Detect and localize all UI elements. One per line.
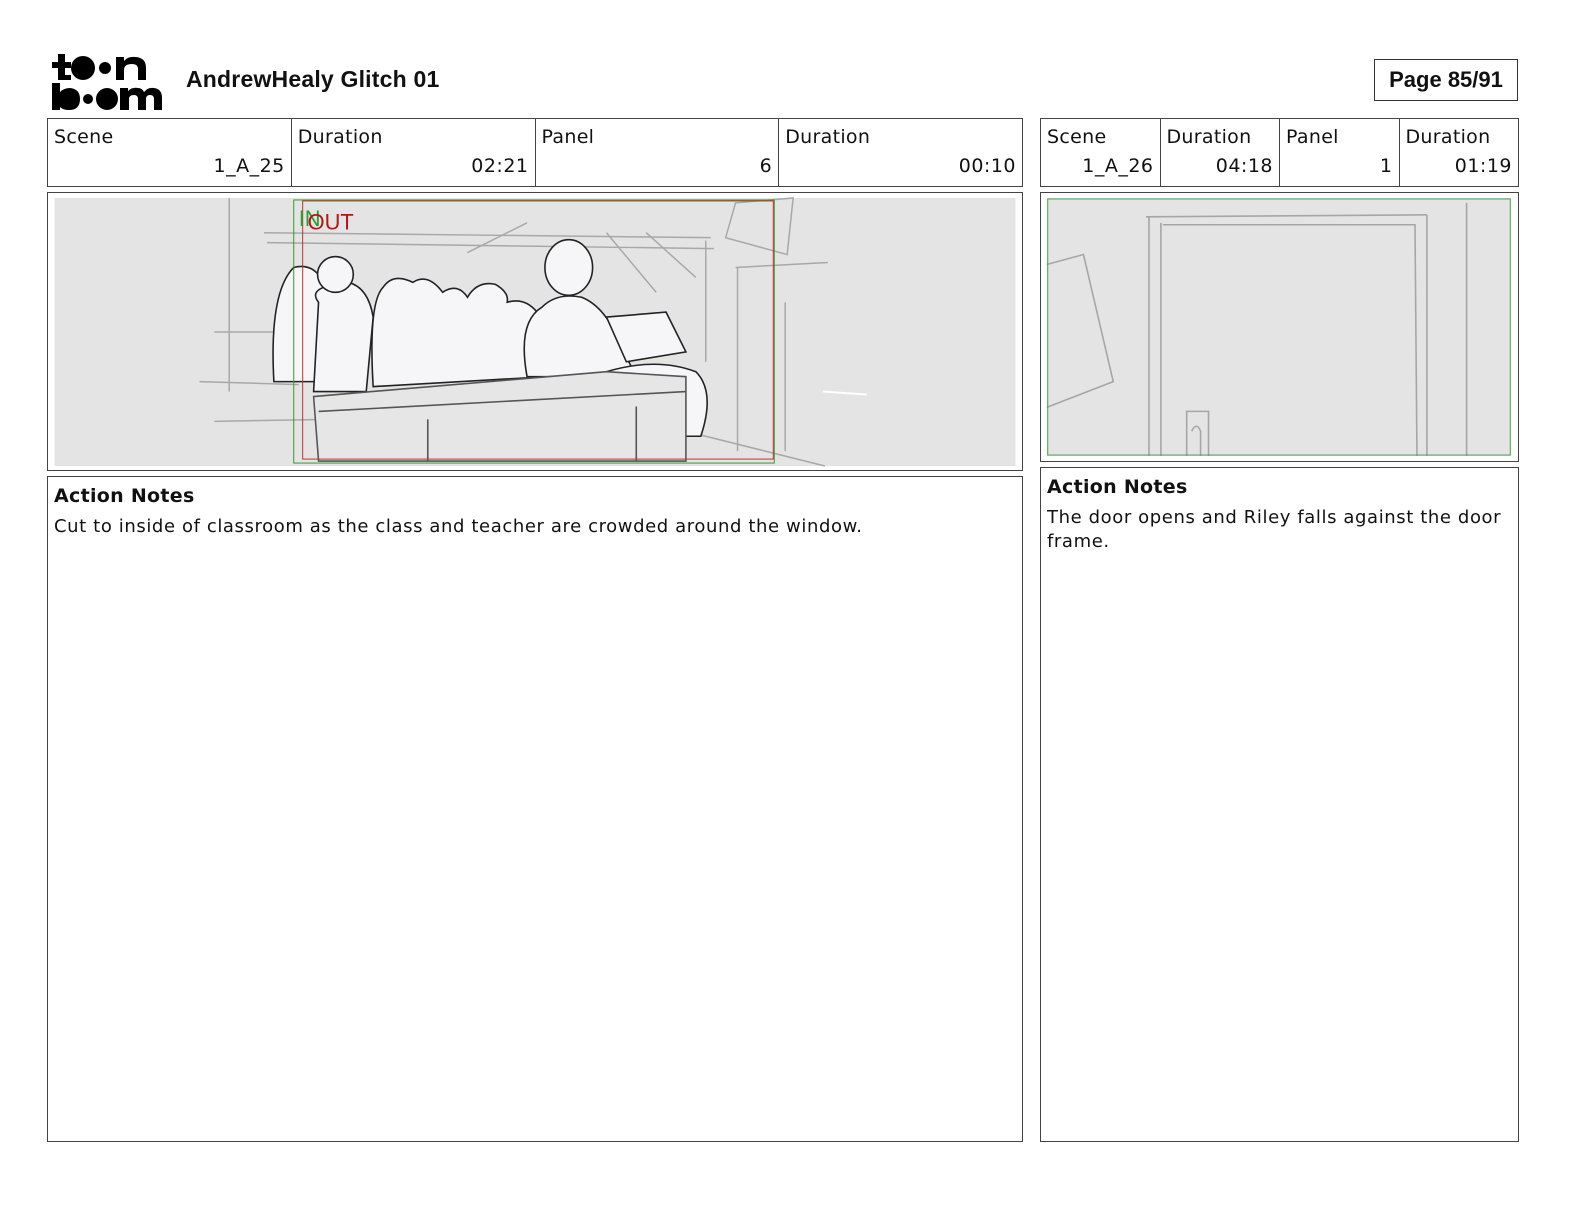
field-label: Scene [1047,126,1107,148]
field-value: 00:10 [958,155,1016,177]
action-notes-left: Action Notes Cut to inside of classroom … [47,476,1023,1142]
panel-cell: Panel 1 [1280,119,1400,186]
door-sketch [1046,197,1512,457]
classroom-sketch: IN OUT [54,197,1016,467]
left-info-table: Scene 1_A_25 Duration 02:21 Panel 6 Dura… [47,118,1023,187]
storyboard-panel-left: IN OUT [47,192,1023,471]
scene-cell: Scene 1_A_26 [1041,119,1161,186]
field-label: Scene [54,126,114,148]
toon-boom-logo [52,54,162,110]
right-info-table: Scene 1_A_26 Duration 04:18 Panel 1 Dura… [1040,118,1519,187]
field-value: 04:18 [1215,155,1273,177]
field-label: Duration [1405,126,1491,148]
field-value: 1_A_25 [213,155,285,177]
field-label: Panel [541,126,595,148]
field-value: 01:19 [1454,155,1512,177]
field-label: Duration [785,126,871,148]
panel-cell: Panel 6 [536,119,780,186]
field-label: Panel [1286,126,1339,148]
scene-duration-cell: Duration 02:21 [292,119,536,186]
notes-heading: Action Notes [1047,476,1188,498]
field-value: 02:21 [471,155,529,177]
field-label: Duration [1166,126,1252,148]
storyboard-panel-right [1040,192,1519,462]
scene-cell: Scene 1_A_25 [48,119,292,186]
document-title: AndrewHealy Glitch 01 [186,66,440,92]
panel-duration-cell: Duration 00:10 [779,119,1022,186]
panel-duration-cell: Duration 01:19 [1400,119,1519,186]
action-notes-right: Action Notes The door opens and Riley fa… [1040,467,1519,1142]
field-value: 6 [759,155,773,177]
scene-duration-cell: Duration 04:18 [1161,119,1280,186]
notes-text: The door opens and Riley falls against t… [1047,507,1502,552]
notes-text: Cut to inside of classroom as the class … [54,516,863,537]
field-label: Duration [297,126,383,148]
field-value: 1 [1379,155,1393,177]
field-value: 1_A_26 [1082,155,1154,177]
page-indicator: Page 85/91 [1374,59,1518,101]
notes-heading: Action Notes [54,485,195,507]
frame-out-marker: OUT [308,210,354,235]
